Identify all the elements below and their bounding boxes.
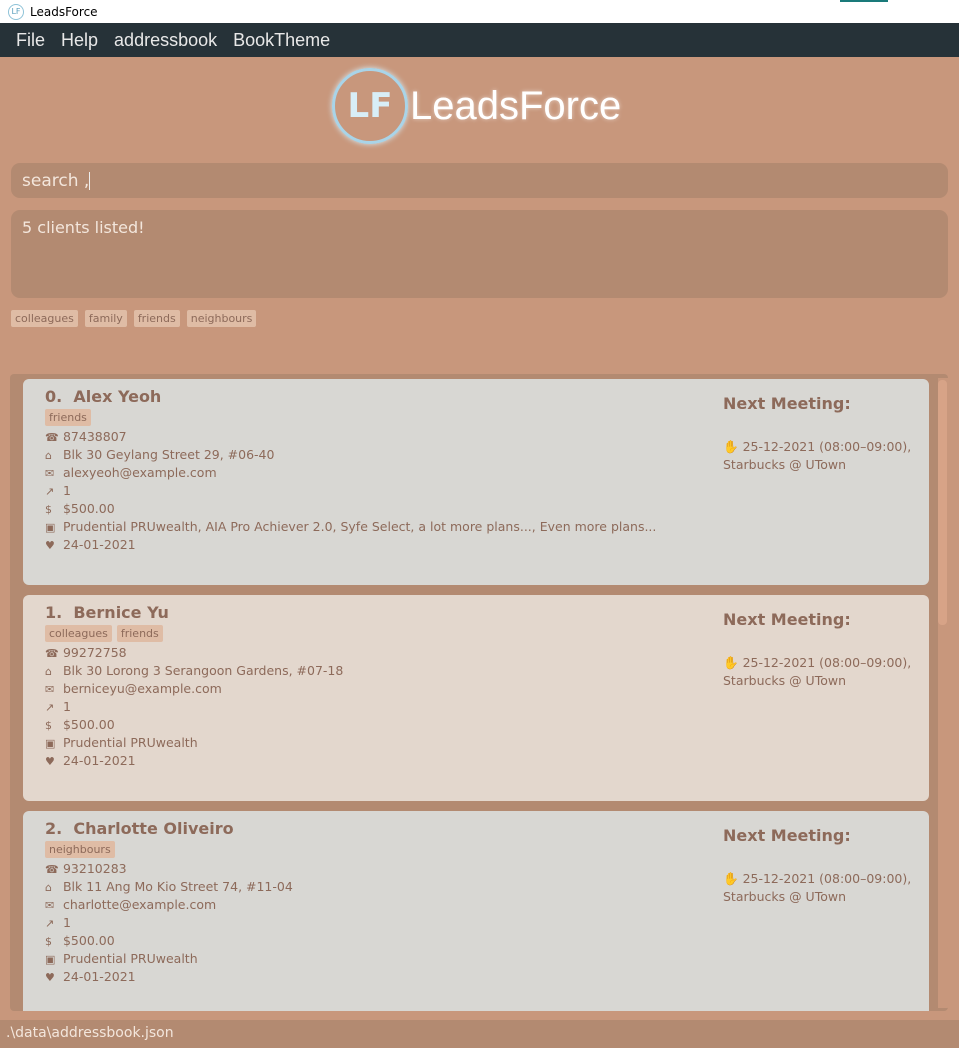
client-risk: ↗ 1 [45, 698, 907, 716]
wave-icon: ✋ [723, 655, 739, 670]
window-control-accent [840, 0, 888, 2]
home-icon: ⌂ [45, 665, 52, 678]
client-plans: ▣ Prudential PRUwealth [45, 950, 907, 968]
logo-mark: LF [332, 68, 408, 144]
client-last_met: ♥ 24-01-2021 [45, 968, 907, 986]
tag-filter-list: colleagues family friends neighbours [11, 310, 257, 327]
tag-neighbours[interactable]: neighbours [186, 310, 257, 327]
window-title: LeadsForce [30, 4, 98, 19]
meeting-place: Starbucks @ UTown [723, 457, 847, 472]
logo-text: LeadsForce [410, 83, 622, 128]
chart-icon: ↗ [45, 485, 55, 498]
tag-family[interactable]: family [84, 310, 127, 327]
meeting-place: Starbucks @ UTown [723, 673, 847, 688]
client-income: $ $500.00 [45, 500, 907, 518]
client-risk: ↗ 1 [45, 482, 907, 500]
result-text: 5 clients listed! [22, 218, 145, 237]
client-card[interactable]: 0. Alex Yeoh friends ☎ 87438807 ⌂ Blk 30 Ge… [23, 379, 929, 585]
email-icon: ✉ [45, 467, 55, 480]
client-card[interactable]: 2. Charlotte Oliveiro neighbours ☎ 9321028… [23, 811, 929, 1011]
home-icon: ⌂ [45, 449, 52, 462]
chart-icon: ↗ [45, 701, 55, 714]
phone-icon: ☎ [45, 863, 59, 876]
next-meeting: Next Meeting: ✋ 25-12-2021 (08:00–09:00),… [723, 826, 923, 906]
tag-friends[interactable]: friends [133, 310, 180, 327]
menu-file[interactable]: File [8, 30, 53, 51]
client-income: $ $500.00 [45, 716, 907, 734]
money-bag-icon: $ [45, 935, 52, 948]
text-caret [89, 172, 91, 190]
email-icon: ✉ [45, 683, 55, 696]
title-bar: LF LeadsForce [0, 0, 959, 23]
phone-icon: ☎ [45, 431, 59, 444]
client-income: $ $500.00 [45, 932, 907, 950]
menu-help[interactable]: Help [53, 30, 106, 51]
menu-addressbook[interactable]: addressbook [106, 30, 225, 51]
client-tag: friends [45, 409, 91, 426]
client-risk: ↗ 1 [45, 914, 907, 932]
bank-icon: ▣ [45, 953, 56, 966]
next-meeting: Next Meeting: ✋ 25-12-2021 (08:00–09:00),… [723, 610, 923, 690]
status-bar: .\data\addressbook.json [0, 1020, 959, 1048]
meeting-place: Starbucks @ UTown [723, 889, 847, 904]
client-last_met: ♥ 24-01-2021 [45, 536, 907, 554]
bank-icon: ▣ [45, 521, 56, 534]
menu-bar: File Help addressbook BookTheme [0, 23, 959, 57]
home-icon: ⌂ [45, 881, 52, 894]
client-list: 2. Charlotte Oliveiro neighbours ☎ 9321028… [10, 374, 948, 1011]
client-card[interactable]: 1. Bernice Yu colleagues friends ☎ 99272758… [23, 595, 929, 801]
client-plans: ▣ Prudential PRUwealth [45, 734, 907, 752]
menu-booktheme[interactable]: BookTheme [225, 30, 338, 51]
bank-icon: ▣ [45, 737, 56, 750]
app-logo: LF LeadsForce [332, 68, 621, 144]
client-last_met: ♥ 24-01-2021 [45, 752, 907, 770]
next-meeting-label: Next Meeting: [723, 826, 851, 845]
client-plans: ▣ Prudential PRUwealth, AIA Pro Achiever… [45, 518, 907, 536]
heart-icon: ♥ [45, 539, 55, 552]
email-icon: ✉ [45, 899, 55, 912]
money-bag-icon: $ [45, 719, 52, 732]
scrollbar-thumb[interactable] [938, 380, 947, 625]
next-meeting: Next Meeting: ✋ 25-12-2021 (08:00–09:00),… [723, 394, 923, 474]
meeting-time: 25-12-2021 (08:00–09:00), [742, 871, 912, 886]
wave-icon: ✋ [723, 439, 739, 454]
client-tag: colleagues [45, 625, 112, 642]
meeting-time: 25-12-2021 (08:00–09:00), [742, 655, 912, 670]
phone-icon: ☎ [45, 647, 59, 660]
command-input[interactable]: search , [11, 163, 948, 198]
chart-icon: ↗ [45, 917, 55, 930]
money-bag-icon: $ [45, 503, 52, 516]
heart-icon: ♥ [45, 755, 55, 768]
client-tag: friends [116, 625, 163, 642]
client-tag: neighbours [45, 841, 115, 858]
tag-colleagues[interactable]: colleagues [11, 310, 78, 327]
heart-icon: ♥ [45, 971, 55, 984]
command-input-value: search , [22, 171, 90, 191]
next-meeting-label: Next Meeting: [723, 610, 851, 629]
file-path: .\data\addressbook.json [6, 1025, 174, 1041]
next-meeting-label: Next Meeting: [723, 394, 851, 413]
app-icon: LF [8, 3, 24, 20]
result-display: 5 clients listed! [11, 210, 948, 298]
meeting-time: 25-12-2021 (08:00–09:00), [742, 439, 912, 454]
wave-icon: ✋ [723, 871, 739, 886]
